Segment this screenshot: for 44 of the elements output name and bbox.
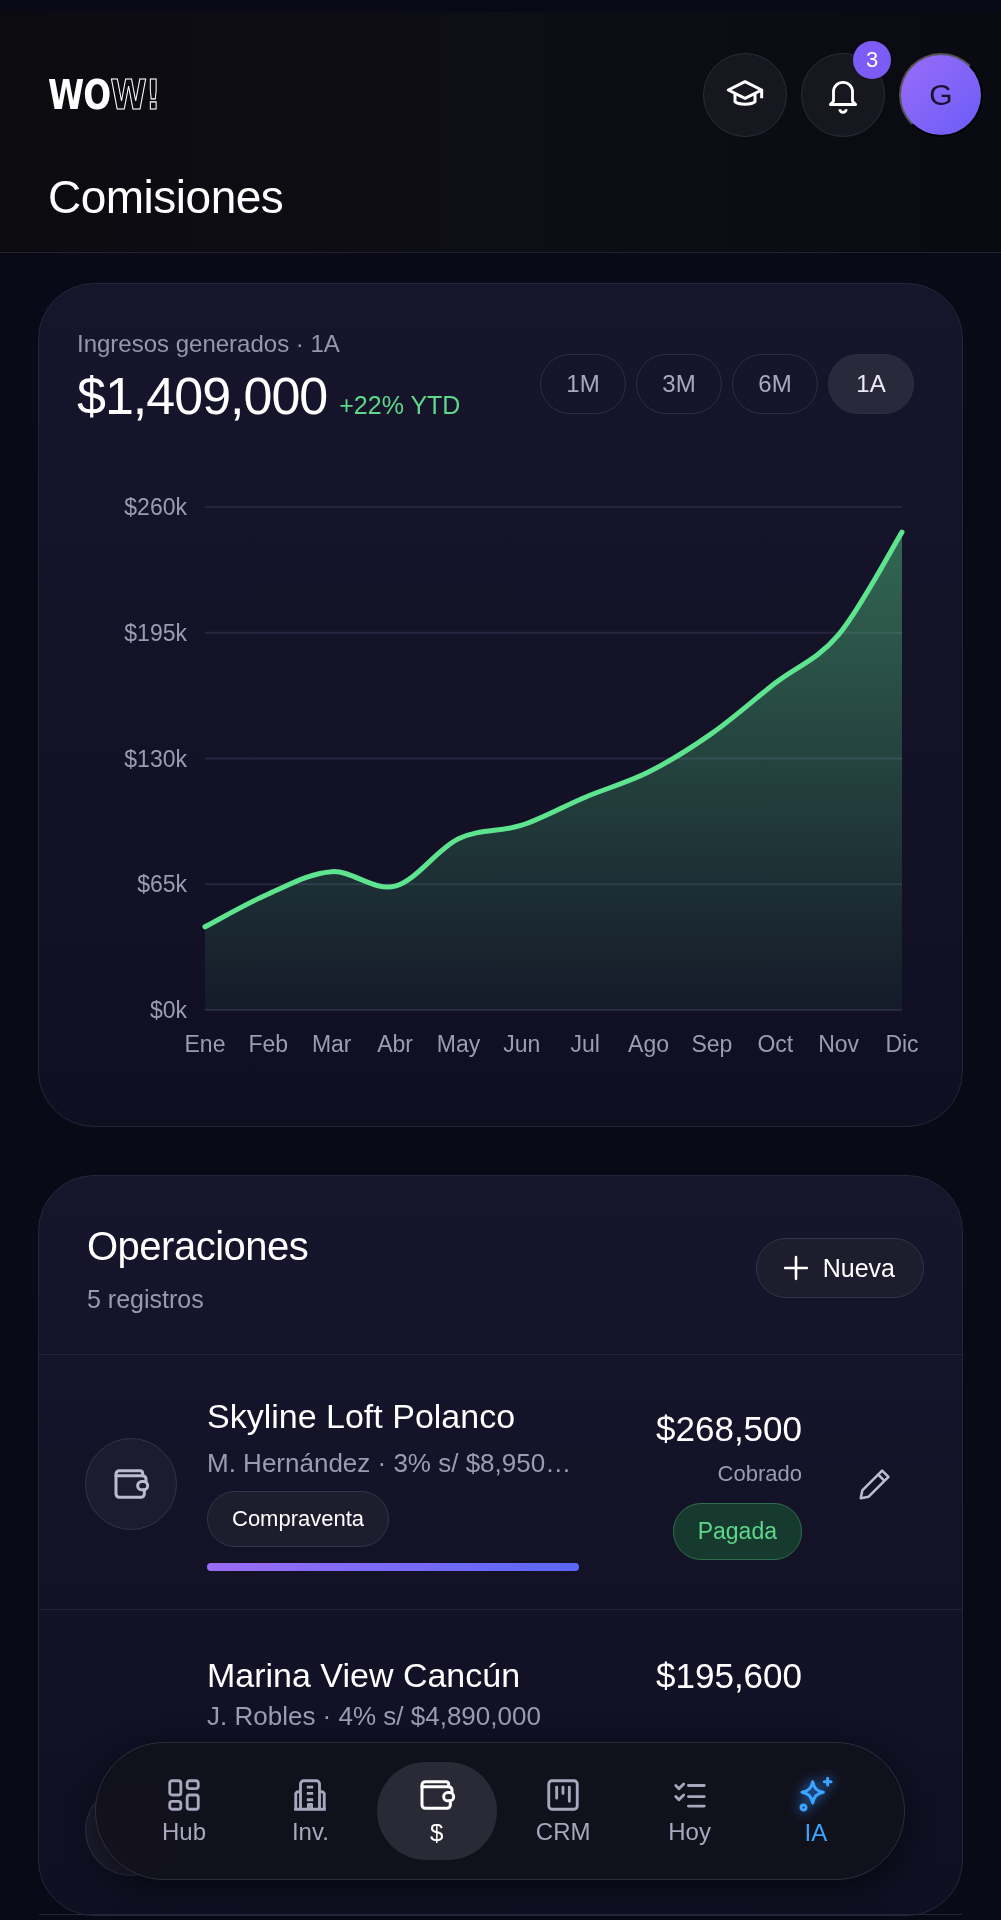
operation-detail: M. Hernández · 3% s/ $8,950… <box>207 1448 573 1479</box>
axis-label: Jun <box>503 1031 541 1057</box>
revenue-amount: $1,409,000 <box>77 366 328 426</box>
operation-amount: $268,500 <box>656 1408 802 1449</box>
plus-icon <box>782 1255 809 1281</box>
amount-label: Cobrado <box>717 1460 802 1487</box>
nav-item[interactable]: $ <box>376 1762 497 1860</box>
operation-detail: J. Robles · 4% s/ $4,890,000 <box>207 1701 542 1732</box>
notification-badge: 3 <box>853 41 891 79</box>
axis-label: $0k <box>149 997 187 1023</box>
axis-label: Mar <box>311 1031 352 1057</box>
axis-label: Dic <box>885 1031 919 1057</box>
avatar[interactable]: G <box>899 53 983 137</box>
axis-label: $260k <box>124 494 187 520</box>
operation-title: Marina View Cancún <box>207 1656 522 1695</box>
nav-item[interactable]: CRM <box>503 1762 624 1860</box>
new-button[interactable]: Nueva <box>755 1238 924 1298</box>
axis-label: Sep <box>691 1031 733 1057</box>
axis-label: $65k <box>137 871 187 898</box>
revenue-label: Ingresos generados · 1A <box>77 330 341 358</box>
nav-item[interactable]: Hoy <box>629 1762 750 1860</box>
axis-label: Abr <box>377 1031 413 1057</box>
operation-amount: $195,600 <box>656 1656 802 1696</box>
page-title: Comisiones <box>48 170 285 224</box>
period-tab[interactable]: 1A <box>828 354 914 414</box>
record-count: 5 registros <box>87 1285 205 1314</box>
axis-label: Nov <box>818 1031 860 1057</box>
axis-label: May <box>436 1031 481 1057</box>
logo: WOW! <box>48 72 160 118</box>
axis-label: $130k <box>124 745 187 772</box>
grid-icon <box>165 1776 203 1814</box>
axis-label: Feb <box>248 1031 289 1057</box>
operation-title: Skyline Loft Polanco <box>207 1397 517 1436</box>
operation-tag: Compraventa <box>207 1491 390 1547</box>
axis-label: Jul <box>570 1031 600 1057</box>
nav-item[interactable]: IA <box>755 1762 876 1860</box>
axis-label: $195k <box>124 619 187 646</box>
axis-label: Ene <box>184 1031 226 1057</box>
nav-item[interactable]: Inv. <box>250 1762 371 1860</box>
axis-label: Oct <box>757 1031 794 1057</box>
axis-label: Ago <box>628 1031 669 1057</box>
section-title: Operaciones <box>87 1224 309 1269</box>
status-badge: Pagada <box>672 1502 802 1560</box>
revenue-change: +22% YTD <box>339 391 461 420</box>
